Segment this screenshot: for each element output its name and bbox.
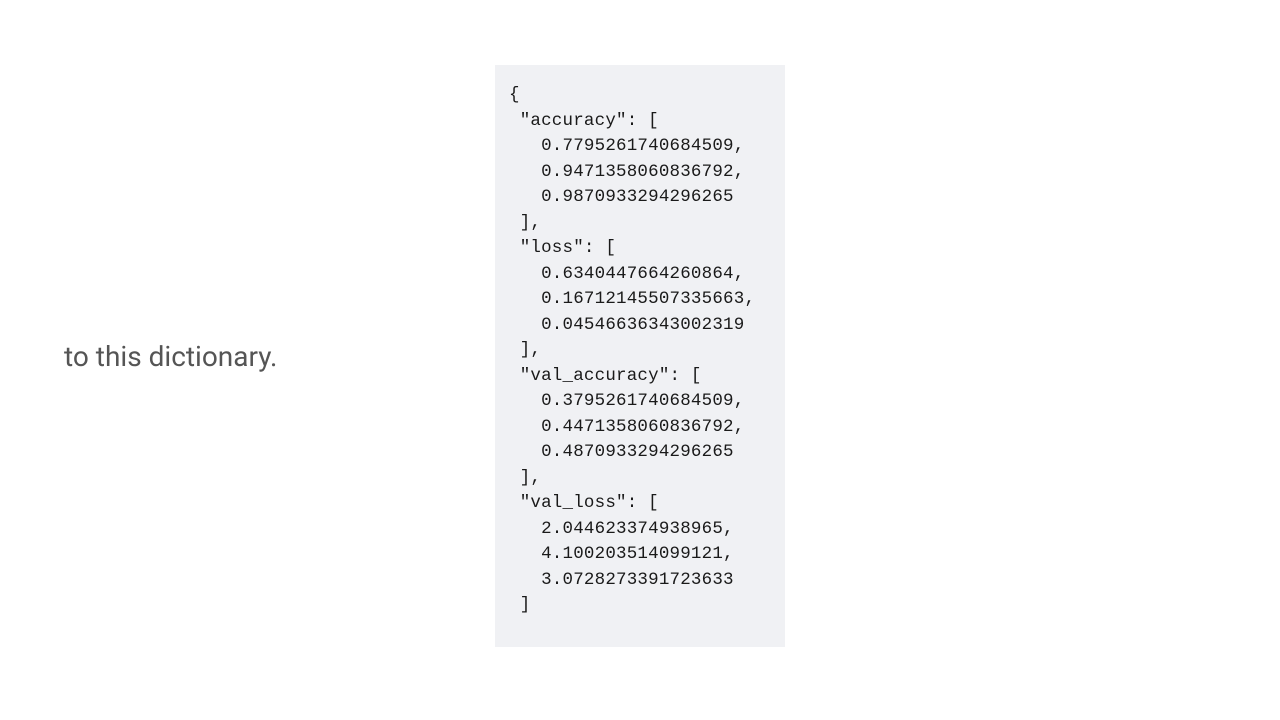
code-line: 0.7795261740684509,: [509, 136, 744, 156]
code-line: 4.100203514099121,: [509, 544, 734, 564]
code-line: 0.6340447664260864,: [509, 264, 744, 284]
code-line: 0.9870933294296265: [509, 187, 734, 207]
code-line: 2.044623374938965,: [509, 519, 734, 539]
code-line: {: [509, 85, 520, 105]
code-line: 0.4471358060836792,: [509, 417, 744, 437]
code-line: 0.04546636343002319: [509, 315, 744, 335]
caption-text: to this dictionary.: [64, 340, 277, 373]
code-line: 0.16712145507335663,: [509, 289, 755, 309]
code-line: ]: [509, 595, 530, 615]
code-line: 0.4870933294296265: [509, 442, 734, 462]
code-line: ],: [509, 340, 541, 360]
code-line: ],: [509, 468, 541, 488]
code-line: "val_accuracy": [: [509, 366, 702, 386]
code-line: "val_loss": [: [509, 493, 659, 513]
code-line: 3.0728273391723633: [509, 570, 734, 590]
code-line: 0.3795261740684509,: [509, 391, 744, 411]
code-line: "loss": [: [509, 238, 616, 258]
code-line: "accuracy": [: [509, 111, 659, 131]
code-line: ],: [509, 213, 541, 233]
code-block: { "accuracy": [ 0.7795261740684509, 0.94…: [495, 65, 785, 647]
code-line: 0.9471358060836792,: [509, 162, 744, 182]
